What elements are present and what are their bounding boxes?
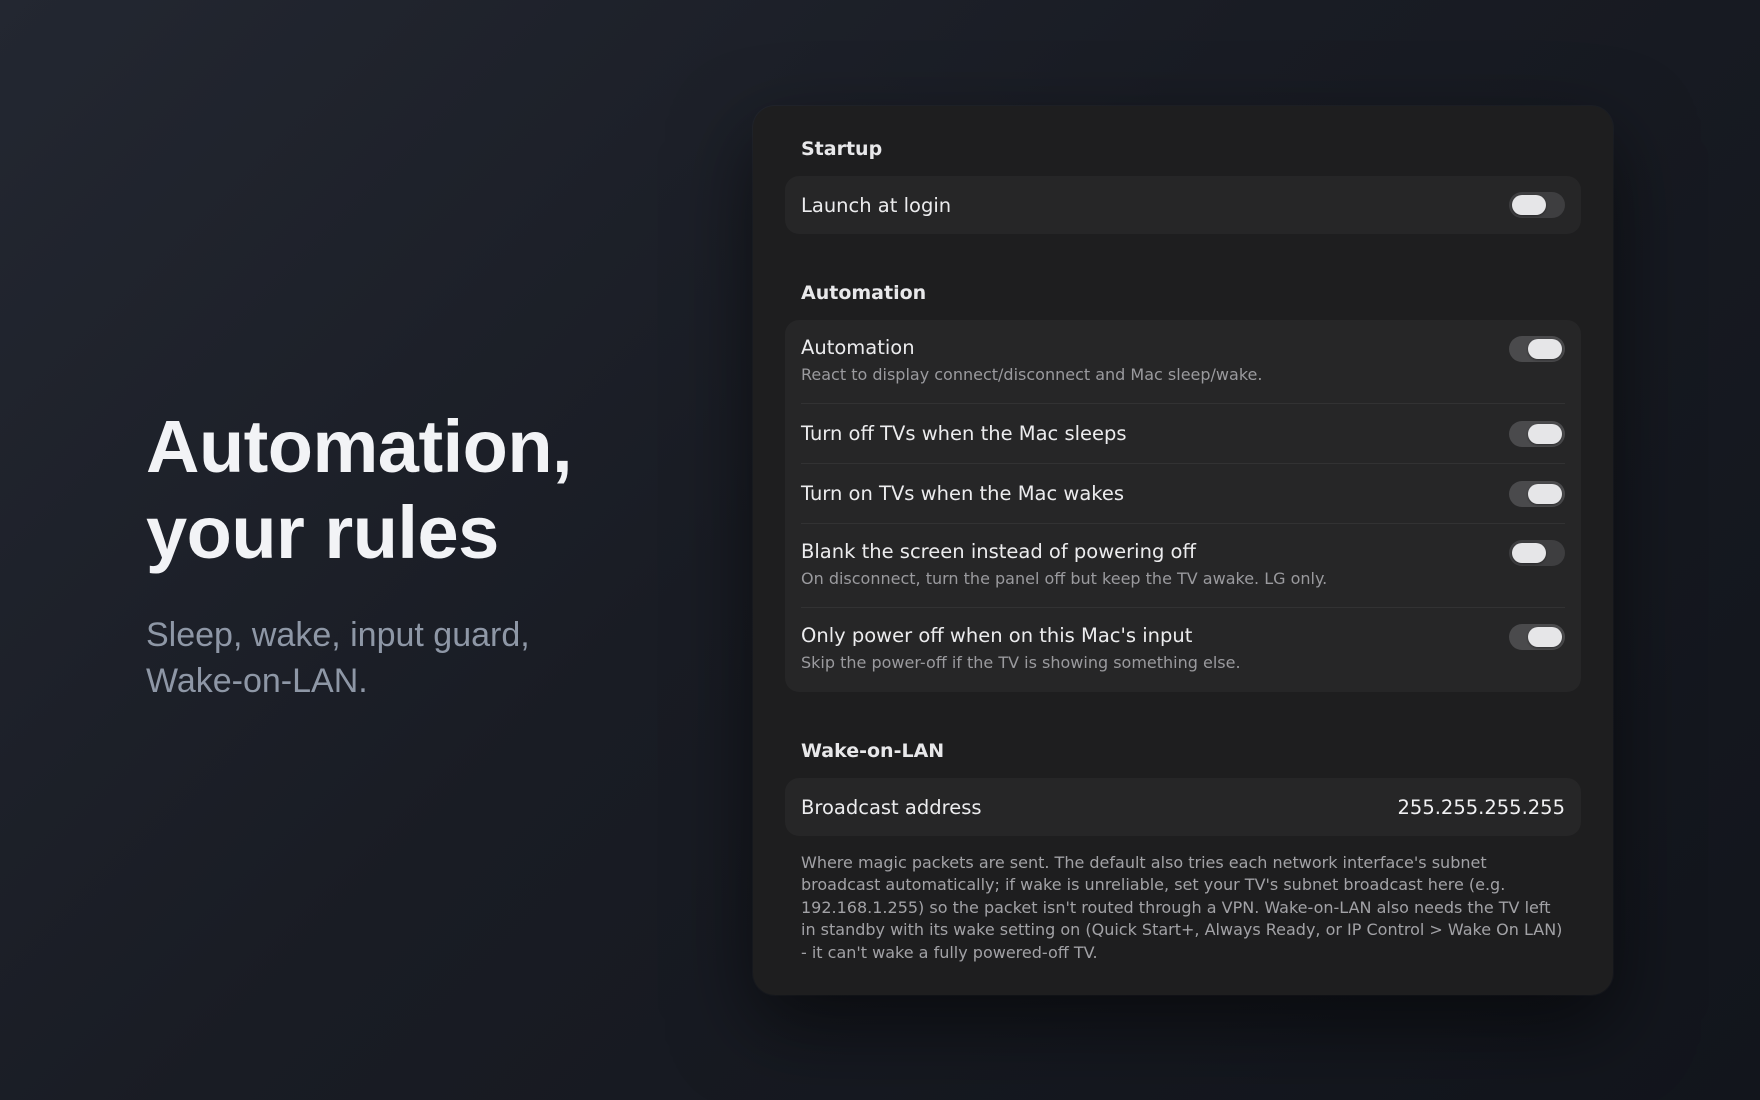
wake-on-lan-footnote: Where magic packets are sent. The defaul…	[801, 853, 1563, 962]
turn-off-tvs-label: Turn off TVs when the Mac sleeps	[801, 422, 1127, 445]
row-broadcast-address: Broadcast address 255.255.255.255	[801, 778, 1565, 836]
toggle-knob	[1512, 195, 1546, 215]
section-title-wake-on-lan: Wake-on-LAN	[801, 740, 945, 762]
row-automation-text: Automation React to display connect/disc…	[801, 336, 1262, 384]
blank-screen-description: On disconnect, turn the panel off but ke…	[801, 569, 1328, 588]
toggle-knob	[1528, 627, 1562, 647]
row-turn-on-tvs-text: Turn on TVs when the Mac wakes	[801, 482, 1124, 505]
hero-title-line-1: Automation,	[146, 405, 573, 488]
toggle-knob	[1528, 423, 1562, 444]
launch-at-login-label: Launch at login	[801, 193, 952, 217]
only-power-off-label: Only power off when on this Mac's input	[801, 624, 1193, 647]
blank-screen-toggle[interactable]	[1509, 540, 1565, 566]
startup-group: Launch at login	[785, 176, 1581, 234]
row-blank-screen: Blank the screen instead of powering off…	[801, 524, 1565, 608]
wake-on-lan-group: Broadcast address 255.255.255.255	[785, 778, 1581, 836]
only-power-off-description: Skip the power-off if the TV is showing …	[801, 653, 1241, 672]
section-title-startup: Startup	[801, 138, 883, 160]
turn-off-tvs-toggle[interactable]	[1509, 420, 1565, 447]
hero-subtitle-line-1: Sleep, wake, input guard,	[146, 616, 530, 654]
row-turn-off-tvs: Turn off TVs when the Mac sleeps	[801, 404, 1565, 464]
blank-screen-label: Blank the screen instead of powering off	[801, 540, 1196, 563]
hero-title: Automation, your rules	[146, 404, 706, 576]
settings-panel: Startup Launch at login Automation Autom…	[753, 106, 1613, 995]
row-only-power-off-text: Only power off when on this Mac's input …	[801, 624, 1241, 672]
hero: Automation, your rules Sleep, wake, inpu…	[146, 404, 706, 704]
toggle-knob	[1512, 543, 1546, 563]
row-launch-at-login-text: Launch at login	[801, 194, 951, 217]
section-title-automation: Automation	[801, 282, 927, 304]
toggle-knob	[1528, 483, 1562, 504]
row-broadcast-address-text: Broadcast address	[801, 796, 982, 819]
automation-description: React to display connect/disconnect and …	[801, 365, 1263, 384]
turn-on-tvs-label: Turn on TVs when the Mac wakes	[801, 482, 1125, 505]
row-only-power-off: Only power off when on this Mac's input …	[801, 608, 1565, 692]
row-automation: Automation React to display connect/disc…	[801, 320, 1565, 404]
broadcast-address-label: Broadcast address	[801, 795, 982, 819]
toggle-knob	[1528, 339, 1562, 359]
automation-toggle[interactable]	[1509, 336, 1565, 362]
launch-at-login-toggle[interactable]	[1509, 192, 1565, 218]
automation-label: Automation	[801, 336, 915, 359]
automation-group: Automation React to display connect/disc…	[785, 320, 1581, 692]
broadcast-address-input[interactable]: 255.255.255.255	[1398, 796, 1565, 819]
turn-on-tvs-toggle[interactable]	[1509, 480, 1565, 507]
hero-subtitle: Sleep, wake, input guard, Wake-on-LAN.	[146, 612, 706, 704]
row-launch-at-login: Launch at login	[801, 176, 1565, 234]
row-turn-off-tvs-text: Turn off TVs when the Mac sleeps	[801, 422, 1127, 445]
hero-subtitle-line-2: Wake-on-LAN.	[146, 662, 368, 700]
hero-title-line-2: your rules	[146, 491, 499, 574]
only-power-off-toggle[interactable]	[1509, 624, 1565, 650]
row-turn-on-tvs: Turn on TVs when the Mac wakes	[801, 464, 1565, 524]
row-blank-screen-text: Blank the screen instead of powering off…	[801, 540, 1327, 588]
